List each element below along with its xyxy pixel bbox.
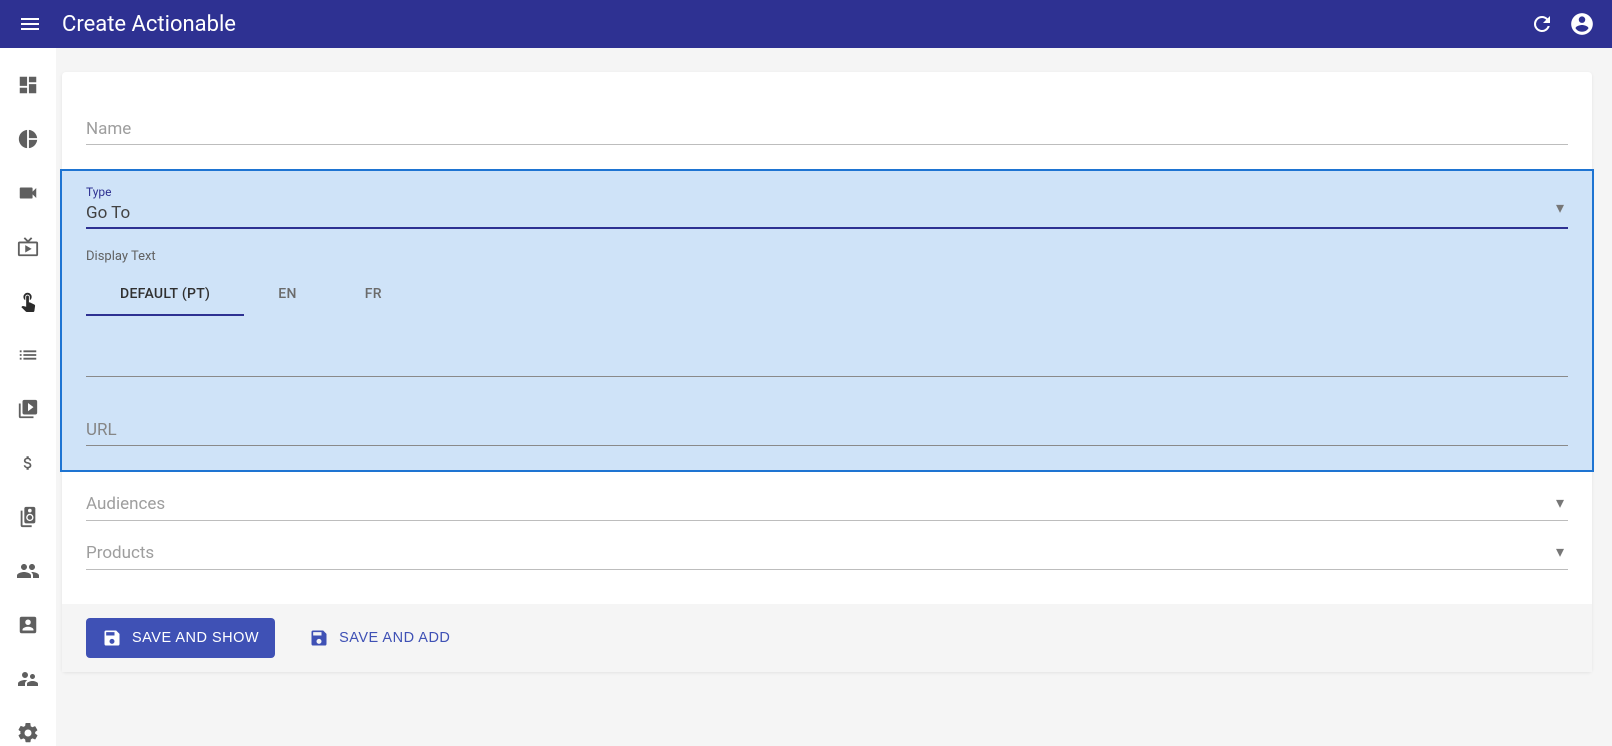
refresh-button[interactable]	[1522, 4, 1562, 44]
sidebar-item-users[interactable]	[8, 666, 48, 692]
tab-fr[interactable]: FR	[331, 274, 416, 316]
video-library-icon	[17, 398, 39, 420]
name-field-wrapper: Name	[86, 112, 1568, 145]
sidebar-item-actionables[interactable]	[8, 288, 48, 314]
sidebar-item-monetization[interactable]	[8, 450, 48, 476]
side-rail	[0, 48, 56, 746]
menu-icon	[18, 12, 42, 36]
sidebar-item-videos[interactable]	[8, 180, 48, 206]
save-icon	[309, 628, 329, 648]
url-input[interactable]	[86, 413, 1568, 446]
save-and-show-button[interactable]: SAVE AND SHOW	[86, 618, 275, 658]
monetization-icon	[19, 452, 37, 474]
sidebar-item-account[interactable]	[8, 612, 48, 638]
sidebar-item-live[interactable]	[8, 234, 48, 260]
save-and-add-button[interactable]: SAVE AND ADD	[293, 618, 466, 658]
name-input[interactable]	[86, 112, 1568, 145]
chevron-down-icon: ▾	[1556, 542, 1564, 561]
sidebar-item-settings[interactable]	[8, 720, 48, 746]
refresh-icon	[1530, 12, 1554, 36]
display-text-label: Display Text	[86, 249, 1568, 264]
account-box-icon	[17, 614, 39, 636]
list-icon	[17, 344, 39, 366]
url-field-wrapper: URL	[86, 413, 1568, 446]
save-icon	[102, 628, 122, 648]
form-card: Name Type Go To ▾ Display Text DEFAULT (…	[62, 72, 1592, 672]
sidebar-item-speakers[interactable]	[8, 504, 48, 530]
supervisor-icon	[16, 667, 40, 691]
sidebar-item-library[interactable]	[8, 396, 48, 422]
products-placeholder: Products	[86, 543, 154, 563]
menu-button[interactable]	[10, 4, 50, 44]
save-and-add-label: SAVE AND ADD	[339, 630, 450, 646]
display-text-input[interactable]	[86, 326, 1568, 377]
chart-icon	[17, 128, 39, 150]
tab-en[interactable]: EN	[244, 274, 330, 316]
main-content: Name Type Go To ▾ Display Text DEFAULT (…	[56, 48, 1612, 746]
account-button[interactable]	[1562, 4, 1602, 44]
app-bar: Create Actionable	[0, 0, 1612, 48]
touch-icon	[17, 290, 39, 312]
language-tabs: DEFAULT (PT) EN FR	[86, 274, 1568, 316]
highlighted-section: Type Go To ▾ Display Text DEFAULT (PT) E…	[60, 169, 1594, 472]
sidebar-item-analytics[interactable]	[8, 126, 48, 152]
sidebar-item-dashboard[interactable]	[8, 72, 48, 98]
audiences-placeholder: Audiences	[86, 494, 165, 514]
video-icon	[17, 182, 39, 204]
account-circle-icon	[1569, 11, 1595, 37]
products-select[interactable]: Products ▾	[86, 543, 1568, 570]
audiences-select[interactable]: Audiences ▾	[86, 494, 1568, 521]
type-select[interactable]: Type Go To ▾	[86, 185, 1568, 229]
type-value: Go To	[86, 203, 1568, 223]
chevron-down-icon: ▾	[1556, 493, 1564, 512]
tab-default-pt[interactable]: DEFAULT (PT)	[86, 274, 244, 316]
speaker-group-icon	[17, 506, 39, 528]
live-tv-icon	[17, 236, 39, 258]
page-title: Create Actionable	[62, 12, 1522, 37]
group-icon	[16, 559, 40, 583]
sidebar-item-audiences[interactable]	[8, 558, 48, 584]
save-and-show-label: SAVE AND SHOW	[132, 630, 259, 646]
chevron-down-icon: ▾	[1556, 198, 1564, 217]
actions-bar: SAVE AND SHOW SAVE AND ADD	[62, 604, 1592, 672]
sidebar-item-lists[interactable]	[8, 342, 48, 368]
type-label: Type	[86, 185, 1568, 199]
settings-icon	[16, 721, 40, 745]
dashboard-icon	[17, 74, 39, 96]
